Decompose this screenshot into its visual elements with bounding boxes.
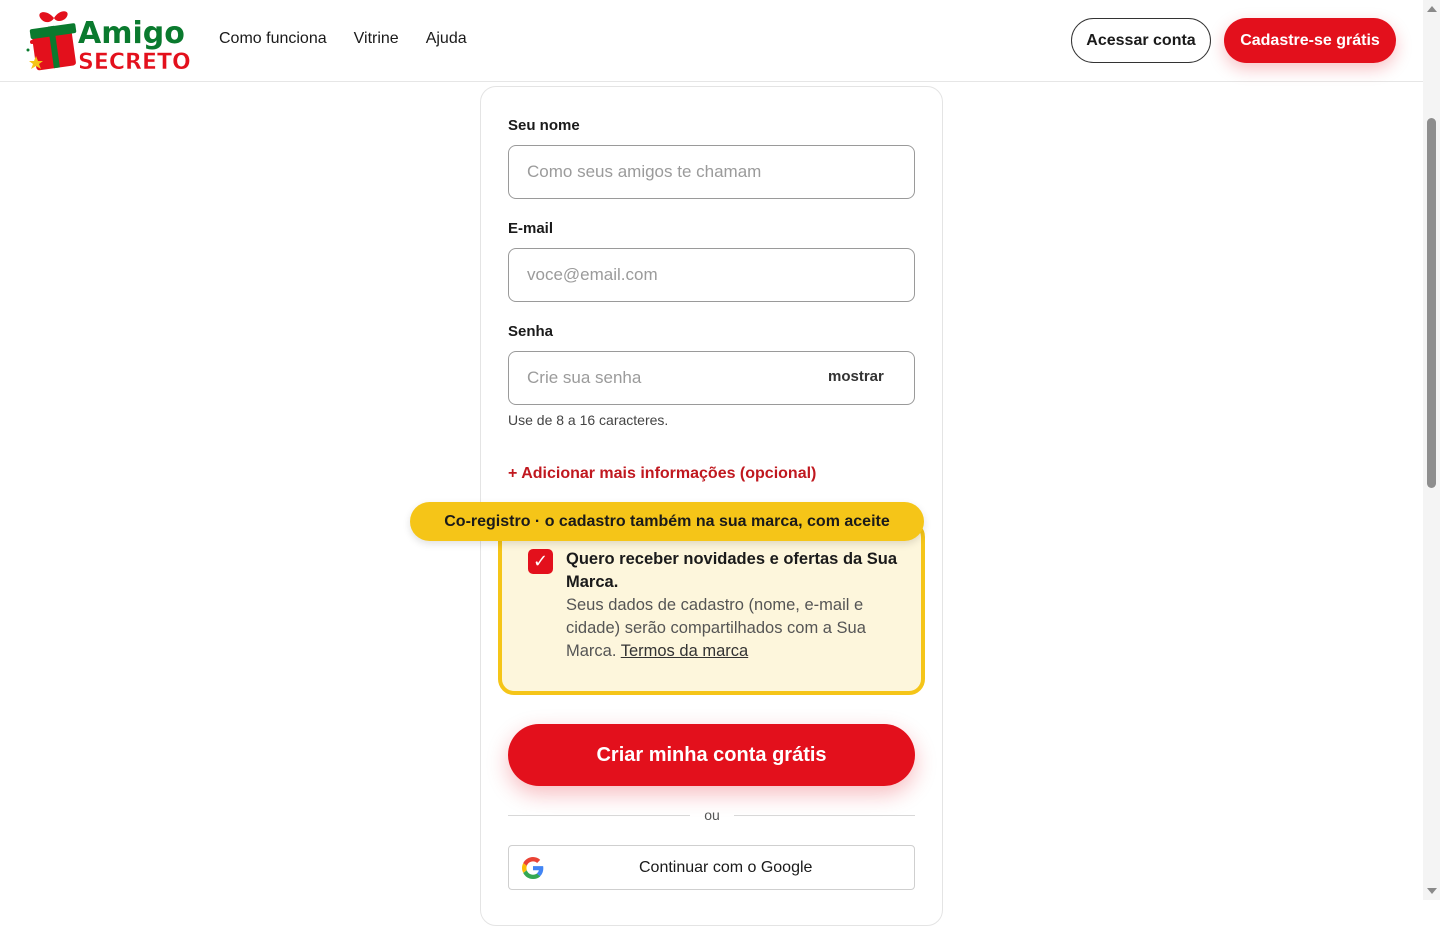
password-hint: Use de 8 a 16 caracteres.	[508, 412, 669, 428]
add-more-info-link[interactable]: + Adicionar mais informações (opcional)	[508, 465, 816, 483]
logo-graphic: Amigo SECRETO	[26, 11, 191, 75]
nav-vitrine[interactable]: Vitrine	[354, 30, 399, 48]
create-account-button[interactable]: Criar minha conta grátis	[508, 724, 915, 786]
logo-word-amigo: Amigo	[78, 16, 185, 51]
page-scrollbar[interactable]	[1423, 0, 1440, 900]
password-label: Senha	[508, 323, 554, 340]
coregistro-badge: Co-registro · o cadastro também na sua m…	[410, 502, 924, 541]
top-header: Amigo SECRETO Como funciona Vitrine Ajud…	[0, 0, 1423, 82]
nav-ajuda[interactable]: Ajuda	[426, 30, 467, 48]
nav-como-funciona[interactable]: Como funciona	[219, 30, 327, 48]
main-nav: Como funciona Vitrine Ajuda	[219, 30, 467, 48]
google-icon	[522, 857, 544, 879]
google-signin-button[interactable]: Continuar com o Google	[508, 845, 915, 890]
checkmark-icon: ✓	[532, 551, 549, 571]
google-button-label: Continuar com o Google	[639, 859, 813, 876]
or-separator: ou	[704, 807, 720, 823]
email-label: E-mail	[508, 220, 554, 237]
consent-title: Quero receber novidades e ofertas da Sua…	[566, 550, 898, 591]
scroll-down-arrow-icon[interactable]	[1427, 888, 1437, 894]
name-input[interactable]	[508, 145, 915, 199]
show-password-button[interactable]: mostrar	[828, 368, 884, 385]
signup-button[interactable]: Cadastre-se grátis	[1224, 18, 1396, 63]
consent-text: Quero receber novidades e ofertas da Sua…	[566, 548, 906, 663]
divider-right	[734, 815, 915, 816]
scroll-up-arrow-icon[interactable]	[1427, 6, 1437, 12]
marketing-consent-checkbox[interactable]: ✓	[528, 549, 553, 574]
email-input[interactable]	[508, 248, 915, 302]
login-button[interactable]: Acessar conta	[1071, 18, 1211, 63]
scroll-thumb[interactable]	[1427, 118, 1436, 488]
amigo-secreto-logo[interactable]: Amigo SECRETO	[24, 6, 196, 75]
divider-left	[508, 815, 690, 816]
logo-word-secreto: SECRETO	[78, 50, 191, 74]
brand-terms-link[interactable]: Termos da marca	[621, 642, 748, 660]
name-label: Seu nome	[508, 117, 580, 134]
